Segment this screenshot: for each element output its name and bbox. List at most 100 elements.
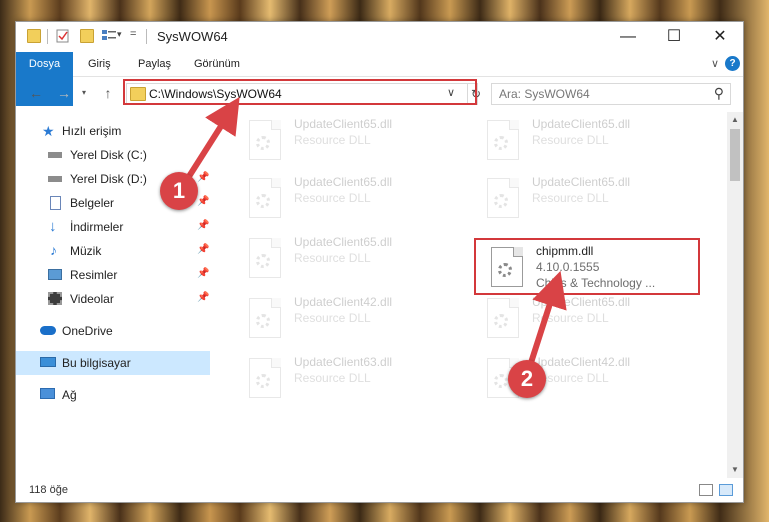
tab-share[interactable]: Paylaş [138, 52, 171, 76]
window-title: SysWOW64 [157, 29, 228, 44]
folder-icon[interactable] [27, 29, 41, 43]
sidebar-item-label: Ağ [62, 388, 77, 402]
pin-icon[interactable]: 📌 [197, 292, 209, 303]
file-description: Resource DLL [294, 311, 371, 325]
title-bar: ▾ = SysWOW64 — ☐ ✕ [16, 22, 743, 52]
pin-icon[interactable]: 📌 [197, 268, 209, 279]
gear-icon [494, 314, 508, 328]
star-icon: ★ [42, 123, 55, 139]
sidebar-item-network[interactable]: Ağ [16, 383, 210, 407]
computer-icon [40, 357, 56, 367]
file-tile[interactable]: UpdateClient65.dll Resource DLL [236, 172, 456, 226]
file-name: UpdateClient65.dll [532, 175, 631, 189]
sidebar-item-label: İndirmeler [70, 220, 124, 234]
explorer-window: ▾ = SysWOW64 — ☐ ✕ Dosya Giriş Paylaş Gö… [15, 21, 744, 503]
file-name: UpdateClient63.dll [294, 355, 393, 369]
view-icon[interactable] [102, 29, 116, 43]
sidebar-item-pictures[interactable]: Resimler 📌 [16, 263, 210, 287]
pin-icon[interactable]: 📌 [197, 244, 209, 255]
vertical-scrollbar[interactable]: ▲ ▼ [727, 112, 743, 478]
sidebar-item-music[interactable]: ♪ Müzik 📌 [16, 239, 210, 263]
divider [47, 29, 48, 44]
sidebar-item-quick-access[interactable]: ★ Hızlı erişim [16, 119, 210, 143]
sidebar-item-label: Yerel Disk (C:) [70, 148, 147, 162]
navigation-bar: ← → ▾ ↑ C:\Windows\SysWOW64 ∨ ↻ Ara: Sys… [16, 77, 743, 111]
tab-home[interactable]: Giriş [88, 52, 111, 76]
download-icon: ↓ [49, 218, 57, 235]
step-marker-1: 1 [160, 172, 198, 210]
file-tile[interactable]: UpdateClient65.dll Resource DLL [236, 232, 456, 286]
gear-icon [256, 374, 270, 388]
file-description: Resource DLL [532, 191, 609, 205]
music-icon: ♪ [50, 242, 57, 258]
properties-icon[interactable] [56, 29, 70, 43]
drive-icon [48, 176, 62, 182]
gear-icon [494, 136, 508, 150]
sidebar-item-this-pc[interactable]: Bu bilgisayar [16, 351, 210, 375]
pin-icon[interactable]: 📌 [197, 220, 209, 231]
maximize-button[interactable]: ☐ [651, 22, 697, 52]
sidebar-item-videos[interactable]: Videolar 📌 [16, 287, 210, 311]
pin-icon[interactable]: 📌 [197, 196, 209, 207]
new-folder-icon[interactable] [80, 29, 94, 43]
file-name: UpdateClient65.dll [532, 295, 631, 309]
sidebar-item-downloads[interactable]: ↓ İndirmeler 📌 [16, 215, 210, 239]
gear-icon [256, 314, 270, 328]
sidebar-item-label: Hızlı erişim [62, 124, 122, 138]
divider [146, 29, 147, 44]
file-name: UpdateClient65.dll [294, 235, 393, 249]
tiles-view-icon[interactable] [719, 484, 733, 496]
gear-icon [494, 194, 508, 208]
file-highlight-box [474, 238, 700, 295]
search-input[interactable]: Ara: SysWOW64 [499, 87, 590, 101]
gear-icon [494, 374, 508, 388]
file-tile[interactable]: UpdateClient65.dll Resource DLL [474, 114, 694, 168]
file-tile[interactable]: UpdateClient65.dll Resource DLL [474, 172, 694, 226]
file-tile[interactable]: UpdateClient65.dll Resource DLL [236, 114, 456, 168]
file-tile[interactable]: UpdateClient65.dll Resource DLL [474, 292, 694, 346]
sidebar-item-onedrive[interactable]: OneDrive [16, 319, 210, 343]
file-tile[interactable]: UpdateClient63.dll Resource DLL [236, 352, 456, 406]
sidebar-item-label: OneDrive [62, 324, 113, 338]
recent-locations-icon[interactable]: ▾ [74, 83, 94, 103]
scroll-down-icon[interactable]: ▼ [727, 462, 743, 478]
expand-ribbon-icon[interactable]: ∨ [711, 57, 719, 70]
tab-view[interactable]: Görünüm [194, 52, 240, 76]
close-button[interactable]: ✕ [697, 22, 743, 52]
pictures-icon [48, 269, 62, 280]
minimize-button[interactable]: — [605, 22, 651, 52]
videos-icon [48, 292, 62, 305]
status-bar: 118 öğe [16, 480, 743, 502]
pin-icon[interactable]: 📌 [197, 172, 209, 183]
cloud-icon [40, 326, 56, 335]
scrollbar-thumb[interactable] [730, 129, 740, 181]
file-tile[interactable]: UpdateClient42.dll Resource DLL [474, 352, 694, 406]
sidebar-item-label: Videolar [70, 292, 114, 306]
gear-icon [256, 254, 270, 268]
file-description: Resource DLL [294, 251, 371, 265]
file-name: UpdateClient42.dll [532, 355, 631, 369]
sidebar-item-label: Bu bilgisayar [62, 356, 131, 370]
file-name: UpdateClient65.dll [294, 117, 393, 131]
file-description: Resource DLL [294, 133, 371, 147]
sidebar-item-label: Müzik [70, 244, 102, 258]
back-button[interactable]: ← [26, 83, 46, 103]
search-box[interactable]: Ara: SysWOW64 ⚲ [491, 83, 731, 105]
file-description: Resource DLL [294, 191, 371, 205]
step-marker-2: 2 [508, 360, 546, 398]
sidebar-item-local-disk-c[interactable]: Yerel Disk (C:) [16, 143, 210, 167]
qa-dropdown-icon[interactable]: ▾ [117, 29, 122, 40]
help-icon[interactable]: ? [725, 56, 740, 71]
details-view-icon[interactable] [699, 484, 713, 496]
sidebar-item-label: Belgeler [70, 196, 115, 210]
file-description: Resource DLL [532, 133, 609, 147]
network-icon [40, 388, 55, 399]
scroll-up-icon[interactable]: ▲ [727, 112, 743, 128]
drive-icon [48, 152, 62, 158]
search-icon[interactable]: ⚲ [714, 85, 724, 102]
documents-icon [50, 196, 61, 210]
forward-button[interactable]: → [54, 83, 74, 103]
customize-toolbar-icon[interactable]: = [130, 28, 136, 40]
file-tile[interactable]: UpdateClient42.dll Resource DLL [236, 292, 456, 346]
up-button[interactable]: ↑ [98, 83, 118, 103]
